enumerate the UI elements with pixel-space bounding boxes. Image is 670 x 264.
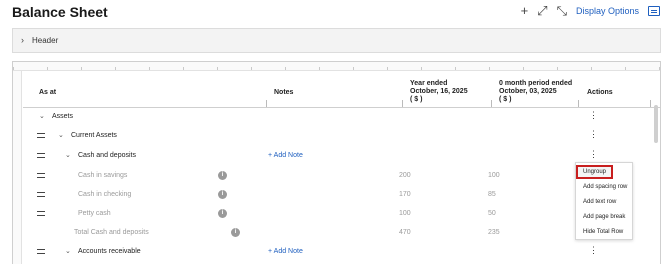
- column-header-period-ended: 0 month period ended October, 03, 2025 (…: [499, 80, 572, 104]
- table-row[interactable]: ⌄ Cash and deposits + Add Note ⋮: [23, 147, 660, 166]
- column-header-actions: Actions: [587, 89, 613, 96]
- row-label: Petty cash: [78, 210, 111, 217]
- vertical-ruler: [13, 71, 22, 264]
- page-title: Balance Sheet: [12, 4, 108, 20]
- value-period: 50: [488, 210, 496, 217]
- column-header-as-at: As at: [39, 89, 57, 96]
- drag-handle-icon[interactable]: [37, 249, 45, 254]
- value-year: 470: [399, 229, 411, 236]
- chevron-down-icon[interactable]: ⌄: [65, 151, 71, 159]
- balance-sheet-table: As at Notes Year ended October, 16, 2025…: [12, 61, 661, 264]
- column-header-year-ended: Year ended October, 16, 2025 ( $ ): [410, 80, 468, 104]
- value-period: 235: [488, 229, 500, 236]
- kebab-icon[interactable]: ⋮: [589, 111, 598, 120]
- chevron-right-icon[interactable]: ›: [21, 35, 24, 45]
- header-line: October, 03, 2025: [499, 88, 557, 95]
- display-options-link[interactable]: Display Options: [576, 6, 639, 16]
- drag-handle-icon[interactable]: [37, 133, 45, 138]
- column-header-notes: Notes: [274, 89, 294, 96]
- header-line: ( $ ): [499, 96, 512, 103]
- menu-item-hide-total-row[interactable]: Hide Total Row: [576, 225, 634, 240]
- table-row[interactable]: Cash in checking i 170 85: [23, 186, 660, 205]
- info-icon[interactable]: i: [218, 190, 227, 199]
- value-year: 170: [399, 191, 411, 198]
- column-divider: [266, 100, 267, 107]
- info-icon[interactable]: i: [218, 209, 227, 218]
- table-row[interactable]: Cash in savings i 200 100: [23, 167, 660, 186]
- value-year: 200: [399, 172, 411, 179]
- row-label: Total Cash and deposits: [74, 229, 149, 236]
- row-label: Cash in checking: [78, 191, 132, 198]
- vertical-scrollbar[interactable]: [654, 105, 658, 143]
- column-divider: [491, 100, 492, 107]
- kebab-icon[interactable]: ⋮: [589, 150, 598, 159]
- top-bar: Balance Sheet + ⤢ ⤡ Display Options: [0, 0, 670, 24]
- table-row[interactable]: Petty cash i 100 50: [23, 205, 660, 224]
- value-period: 100: [488, 172, 500, 179]
- row-label: Cash in savings: [78, 172, 128, 179]
- display-options-icon[interactable]: [648, 6, 660, 16]
- header-panel[interactable]: › Header: [12, 28, 661, 53]
- row-label: Accounts receivable: [78, 248, 141, 255]
- header-line: 0 month period ended: [499, 80, 573, 87]
- drag-handle-icon[interactable]: [37, 211, 45, 216]
- drag-handle-icon[interactable]: [37, 153, 45, 158]
- row-label: Cash and deposits: [78, 152, 136, 159]
- header-panel-label: Header: [32, 36, 59, 45]
- table-row[interactable]: ⌄ Accounts receivable + Add Note ⋮: [23, 243, 660, 262]
- kebab-icon[interactable]: ⋮: [589, 246, 598, 255]
- header-line: Year ended: [410, 80, 448, 87]
- horizontal-ruler: [13, 62, 660, 71]
- top-actions: + ⤢ ⤡ Display Options: [521, 4, 660, 18]
- kebab-icon[interactable]: ⋮: [589, 130, 598, 139]
- menu-item-add-spacing-row[interactable]: Add spacing row: [576, 180, 634, 195]
- menu-item-ungroup[interactable]: Ungroup: [576, 165, 613, 179]
- plus-icon[interactable]: +: [521, 4, 529, 18]
- row-label: Assets: [52, 113, 74, 120]
- add-note-link[interactable]: + Add Note: [268, 152, 303, 159]
- table-row[interactable]: Total Cash and deposits i 470 235: [23, 224, 660, 243]
- value-year: 100: [399, 210, 411, 217]
- table-header: As at Notes Year ended October, 16, 2025…: [23, 74, 660, 108]
- info-icon[interactable]: i: [231, 228, 240, 237]
- add-note-link[interactable]: + Add Note: [268, 248, 303, 255]
- column-divider: [650, 100, 651, 107]
- table-row[interactable]: ⌄ Current Assets ⋮: [23, 127, 660, 146]
- table-row[interactable]: ⌄ Assets ⋮: [23, 108, 660, 127]
- menu-item-add-text-row[interactable]: Add text row: [576, 195, 634, 210]
- drag-handle-icon[interactable]: [37, 192, 45, 197]
- chevron-down-icon[interactable]: ⌄: [65, 247, 71, 255]
- header-line: October, 16, 2025: [410, 88, 468, 95]
- drag-handle-icon[interactable]: [37, 173, 45, 178]
- value-period: 85: [488, 191, 496, 198]
- row-actions-menu: Ungroup Add spacing row Add text row Add…: [575, 162, 633, 240]
- header-line: ( $ ): [410, 96, 423, 103]
- chevron-down-icon[interactable]: ⌄: [39, 112, 45, 120]
- column-divider: [402, 100, 403, 107]
- row-label: Current Assets: [71, 132, 117, 139]
- collapse-icon[interactable]: ⤡: [557, 4, 567, 18]
- info-icon[interactable]: i: [218, 171, 227, 180]
- column-divider: [578, 100, 579, 107]
- expand-icon[interactable]: ⤢: [537, 4, 547, 18]
- chevron-down-icon[interactable]: ⌄: [58, 131, 64, 139]
- menu-item-add-page-break[interactable]: Add page break: [576, 210, 634, 225]
